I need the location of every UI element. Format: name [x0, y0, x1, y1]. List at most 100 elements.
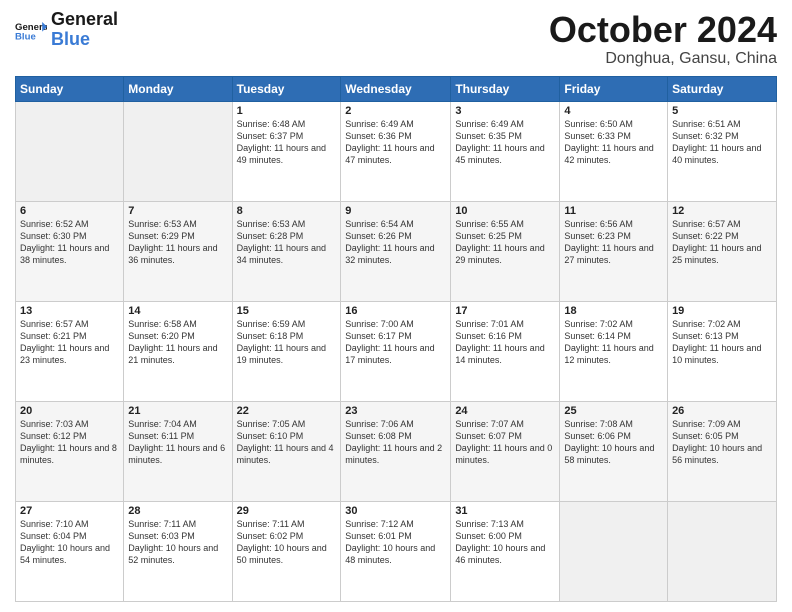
table-row: 10 Sunrise: 6:55 AM Sunset: 6:25 PM Dayl…	[451, 201, 560, 301]
table-row	[668, 501, 777, 601]
header-friday: Friday	[560, 76, 668, 101]
table-row	[124, 101, 232, 201]
day-number: 25	[564, 405, 663, 417]
table-row: 1 Sunrise: 6:48 AM Sunset: 6:37 PM Dayli…	[232, 101, 341, 201]
day-number: 22	[237, 405, 337, 417]
day-number: 21	[128, 405, 227, 417]
header-sunday: Sunday	[16, 76, 124, 101]
sunset: Sunset: 6:29 PM	[128, 230, 227, 242]
sunrise: Sunrise: 7:02 AM	[672, 318, 772, 330]
svg-text:Blue: Blue	[15, 31, 36, 42]
sunset: Sunset: 6:36 PM	[345, 130, 446, 142]
table-row: 28 Sunrise: 7:11 AM Sunset: 6:03 PM Dayl…	[124, 501, 232, 601]
sunset: Sunset: 6:28 PM	[237, 230, 337, 242]
daylight: Daylight: 10 hours and 56 minutes.	[672, 442, 772, 466]
sunrise: Sunrise: 6:58 AM	[128, 318, 227, 330]
table-row: 21 Sunrise: 7:04 AM Sunset: 6:11 PM Dayl…	[124, 401, 232, 501]
daylight: Daylight: 11 hours and 47 minutes.	[345, 142, 446, 166]
table-row: 23 Sunrise: 7:06 AM Sunset: 6:08 PM Dayl…	[341, 401, 451, 501]
day-info: Sunrise: 7:06 AM Sunset: 6:08 PM Dayligh…	[345, 418, 446, 467]
table-row: 12 Sunrise: 6:57 AM Sunset: 6:22 PM Dayl…	[668, 201, 777, 301]
daylight: Daylight: 11 hours and 38 minutes.	[20, 242, 119, 266]
day-number: 7	[128, 205, 227, 217]
daylight: Daylight: 11 hours and 25 minutes.	[672, 242, 772, 266]
sunset: Sunset: 6:03 PM	[128, 530, 227, 542]
sunset: Sunset: 6:08 PM	[345, 430, 446, 442]
day-number: 6	[20, 205, 119, 217]
daylight: Daylight: 11 hours and 27 minutes.	[564, 242, 663, 266]
day-info: Sunrise: 7:03 AM Sunset: 6:12 PM Dayligh…	[20, 418, 119, 467]
day-number: 10	[455, 205, 555, 217]
day-info: Sunrise: 6:48 AM Sunset: 6:37 PM Dayligh…	[237, 118, 337, 167]
sunrise: Sunrise: 7:00 AM	[345, 318, 446, 330]
day-info: Sunrise: 6:58 AM Sunset: 6:20 PM Dayligh…	[128, 318, 227, 367]
day-info: Sunrise: 7:11 AM Sunset: 6:02 PM Dayligh…	[237, 518, 337, 567]
day-number: 31	[455, 505, 555, 517]
logo-icon: General Blue	[15, 14, 47, 46]
header-saturday: Saturday	[668, 76, 777, 101]
day-info: Sunrise: 7:00 AM Sunset: 6:17 PM Dayligh…	[345, 318, 446, 367]
table-row: 26 Sunrise: 7:09 AM Sunset: 6:05 PM Dayl…	[668, 401, 777, 501]
day-info: Sunrise: 6:53 AM Sunset: 6:28 PM Dayligh…	[237, 218, 337, 267]
sunrise: Sunrise: 7:11 AM	[237, 518, 337, 530]
daylight: Daylight: 11 hours and 2 minutes.	[345, 442, 446, 466]
day-number: 1	[237, 105, 337, 117]
logo-blue: Blue	[51, 30, 118, 50]
day-info: Sunrise: 7:02 AM Sunset: 6:14 PM Dayligh…	[564, 318, 663, 367]
sunset: Sunset: 6:23 PM	[564, 230, 663, 242]
sunrise: Sunrise: 7:07 AM	[455, 418, 555, 430]
sunrise: Sunrise: 7:09 AM	[672, 418, 772, 430]
table-row: 15 Sunrise: 6:59 AM Sunset: 6:18 PM Dayl…	[232, 301, 341, 401]
day-number: 4	[564, 105, 663, 117]
day-number: 27	[20, 505, 119, 517]
table-row	[16, 101, 124, 201]
table-row: 29 Sunrise: 7:11 AM Sunset: 6:02 PM Dayl…	[232, 501, 341, 601]
table-row: 31 Sunrise: 7:13 AM Sunset: 6:00 PM Dayl…	[451, 501, 560, 601]
table-row: 19 Sunrise: 7:02 AM Sunset: 6:13 PM Dayl…	[668, 301, 777, 401]
weekday-header-row: Sunday Monday Tuesday Wednesday Thursday…	[16, 76, 777, 101]
sunset: Sunset: 6:11 PM	[128, 430, 227, 442]
daylight: Daylight: 10 hours and 52 minutes.	[128, 542, 227, 566]
table-row: 8 Sunrise: 6:53 AM Sunset: 6:28 PM Dayli…	[232, 201, 341, 301]
sunset: Sunset: 6:37 PM	[237, 130, 337, 142]
sunset: Sunset: 6:18 PM	[237, 330, 337, 342]
daylight: Daylight: 11 hours and 10 minutes.	[672, 342, 772, 366]
sunrise: Sunrise: 6:49 AM	[455, 118, 555, 130]
sunrise: Sunrise: 6:57 AM	[20, 318, 119, 330]
day-number: 19	[672, 305, 772, 317]
sunrise: Sunrise: 7:05 AM	[237, 418, 337, 430]
day-info: Sunrise: 6:59 AM Sunset: 6:18 PM Dayligh…	[237, 318, 337, 367]
sunrise: Sunrise: 6:56 AM	[564, 218, 663, 230]
sunset: Sunset: 6:35 PM	[455, 130, 555, 142]
sunrise: Sunrise: 7:02 AM	[564, 318, 663, 330]
daylight: Daylight: 11 hours and 34 minutes.	[237, 242, 337, 266]
table-row: 6 Sunrise: 6:52 AM Sunset: 6:30 PM Dayli…	[16, 201, 124, 301]
day-info: Sunrise: 6:53 AM Sunset: 6:29 PM Dayligh…	[128, 218, 227, 267]
table-row: 7 Sunrise: 6:53 AM Sunset: 6:29 PM Dayli…	[124, 201, 232, 301]
day-info: Sunrise: 6:51 AM Sunset: 6:32 PM Dayligh…	[672, 118, 772, 167]
sunset: Sunset: 6:20 PM	[128, 330, 227, 342]
day-info: Sunrise: 6:50 AM Sunset: 6:33 PM Dayligh…	[564, 118, 663, 167]
table-row: 25 Sunrise: 7:08 AM Sunset: 6:06 PM Dayl…	[560, 401, 668, 501]
sunrise: Sunrise: 6:59 AM	[237, 318, 337, 330]
table-row	[560, 501, 668, 601]
table-row: 3 Sunrise: 6:49 AM Sunset: 6:35 PM Dayli…	[451, 101, 560, 201]
sunrise: Sunrise: 7:01 AM	[455, 318, 555, 330]
sunset: Sunset: 6:13 PM	[672, 330, 772, 342]
daylight: Daylight: 10 hours and 46 minutes.	[455, 542, 555, 566]
day-info: Sunrise: 7:11 AM Sunset: 6:03 PM Dayligh…	[128, 518, 227, 567]
day-info: Sunrise: 6:49 AM Sunset: 6:35 PM Dayligh…	[455, 118, 555, 167]
sunset: Sunset: 6:02 PM	[237, 530, 337, 542]
day-info: Sunrise: 6:49 AM Sunset: 6:36 PM Dayligh…	[345, 118, 446, 167]
daylight: Daylight: 10 hours and 48 minutes.	[345, 542, 446, 566]
daylight: Daylight: 11 hours and 8 minutes.	[20, 442, 119, 466]
header-thursday: Thursday	[451, 76, 560, 101]
header-tuesday: Tuesday	[232, 76, 341, 101]
table-row: 27 Sunrise: 7:10 AM Sunset: 6:04 PM Dayl…	[16, 501, 124, 601]
day-number: 14	[128, 305, 227, 317]
sunset: Sunset: 6:17 PM	[345, 330, 446, 342]
daylight: Daylight: 11 hours and 23 minutes.	[20, 342, 119, 366]
sunrise: Sunrise: 6:49 AM	[345, 118, 446, 130]
daylight: Daylight: 11 hours and 6 minutes.	[128, 442, 227, 466]
day-number: 15	[237, 305, 337, 317]
